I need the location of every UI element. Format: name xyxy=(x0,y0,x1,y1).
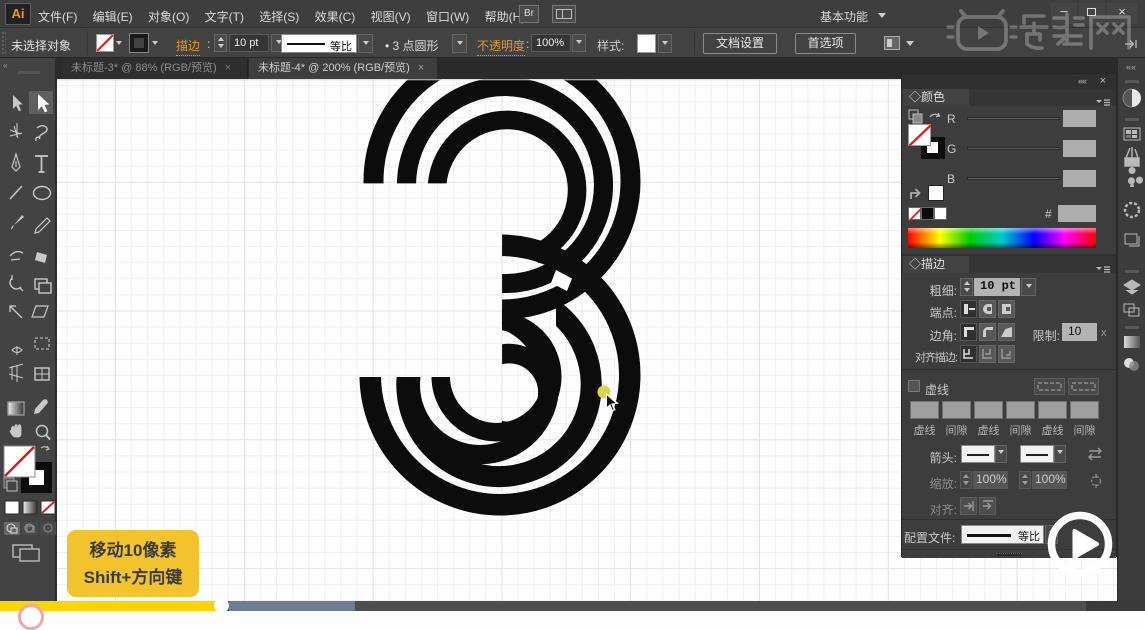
svg-text:««: «« xyxy=(1126,62,1136,72)
svg-text:«: « xyxy=(3,61,8,70)
